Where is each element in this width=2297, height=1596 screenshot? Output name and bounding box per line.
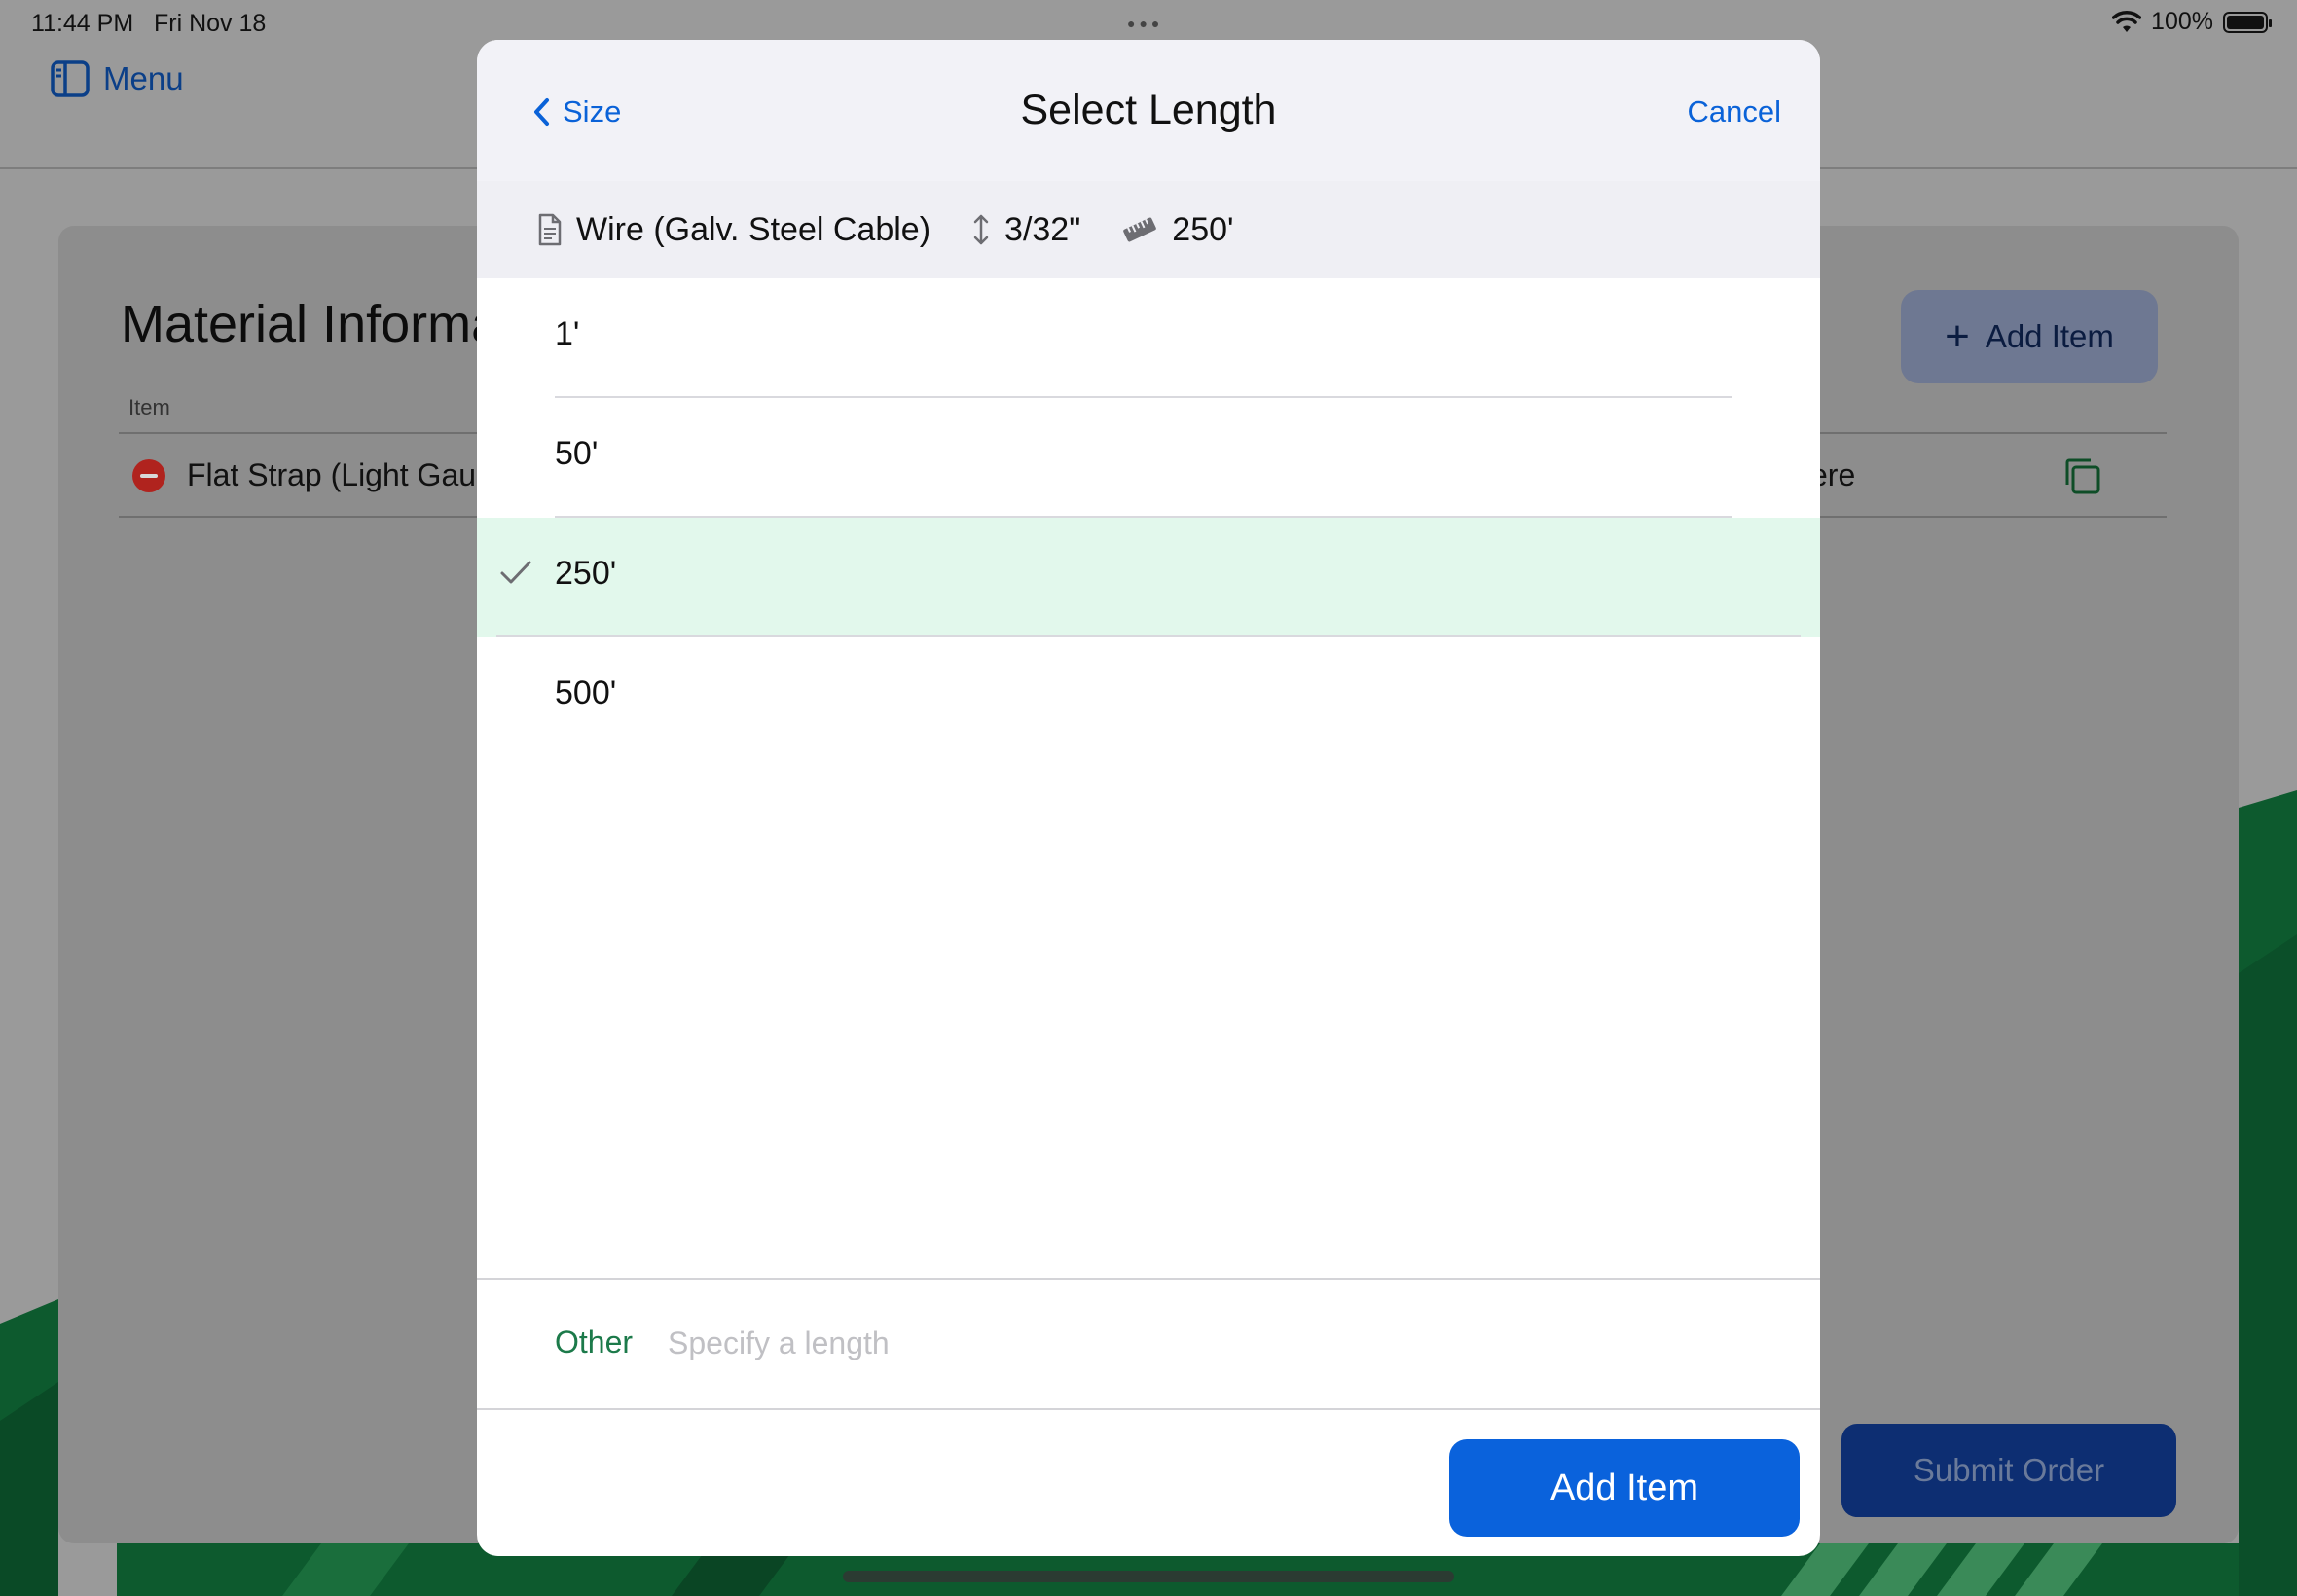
submit-order-button[interactable]: Submit Order [1841,1424,2176,1517]
summary-material: Wire (Galv. Steel Cable) [576,210,931,248]
length-option[interactable]: 500' [477,637,1820,757]
modal-nav-bar: Size Select Length Cancel [477,40,1820,181]
column-header-item: Item [128,395,170,419]
add-item-button[interactable]: Add Item [1449,1439,1800,1537]
table-row-item-name: Flat Strap (Light Gau [187,457,477,492]
other-label: Other [555,1324,634,1360]
background-add-item-button[interactable]: + Add Item [1901,290,2158,383]
plus-icon: + [1945,312,1970,360]
document-icon [538,213,562,246]
other-length-input[interactable] [668,1309,1738,1377]
card-title: Material Informa [121,295,501,353]
length-option[interactable]: 1' [477,278,1820,398]
length-option-label: 500' [555,674,617,711]
selection-summary: Wire (Galv. Steel Cable) 3/32" 250' [477,181,1820,278]
duplicate-icon[interactable] [2061,455,2102,496]
length-option[interactable]: 50' [477,398,1820,518]
vertical-size-icon [973,214,989,245]
other-length-row: Other [477,1278,1820,1410]
checkmark-icon [500,561,531,584]
ruler-icon [1123,217,1157,242]
length-option-label: 1' [555,315,580,352]
length-option-selected[interactable]: 250' [477,518,1820,637]
length-option-label: 50' [555,435,599,472]
home-indicator[interactable] [843,1571,1454,1582]
delete-row-icon[interactable] [132,459,165,492]
length-option-label: 250' [555,555,617,592]
summary-size: 3/32" [1004,210,1081,248]
modal-title: Select Length [1020,87,1277,133]
cancel-button[interactable]: Cancel [1688,94,1782,129]
summary-length: 250' [1172,210,1234,248]
select-length-modal: Size Select Length Cancel Wire (Galv. St… [477,40,1820,1556]
background-add-item-label: Add Item [1985,318,2114,354]
